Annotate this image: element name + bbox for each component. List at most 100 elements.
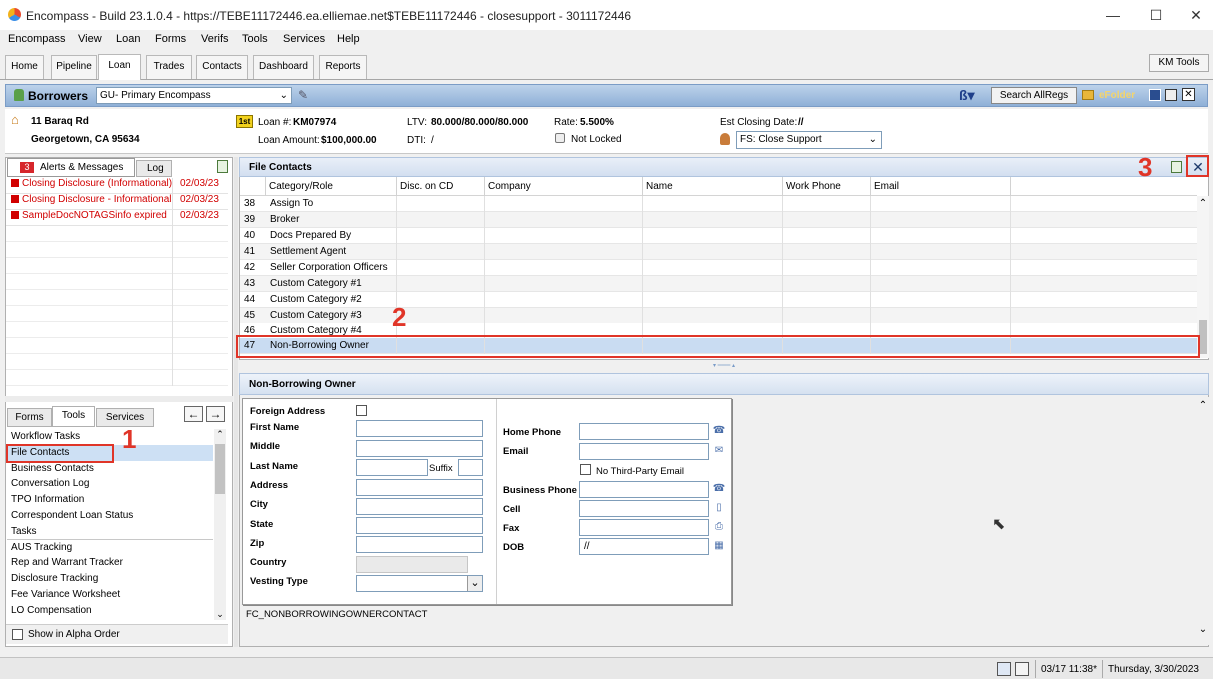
city-field[interactable]	[356, 498, 483, 515]
phone-icon[interactable]: ☎	[712, 483, 726, 495]
scroll-down-icon[interactable]: ⌄	[214, 609, 226, 620]
left-splitter[interactable]	[5, 396, 233, 402]
cell-field[interactable]	[579, 500, 709, 517]
email-icon[interactable]: ✉	[712, 445, 726, 457]
home-phone-field[interactable]	[579, 423, 709, 440]
suffix-field[interactable]	[458, 459, 483, 476]
foreign-address-checkbox[interactable]	[356, 405, 367, 416]
add-contact-icon[interactable]	[1171, 161, 1182, 173]
tools-scrollbar[interactable]: ⌃ ⌄	[214, 429, 226, 620]
menu-tools[interactable]: Tools	[242, 33, 268, 45]
table-row[interactable]: 43 Custom Category #1	[240, 276, 1197, 292]
alert-item[interactable]: Closing Disclosure (Informational) 02/03/…	[6, 178, 228, 194]
tool-fee-variance-worksheet[interactable]: Fee Variance Worksheet	[11, 589, 120, 600]
detail-scrollbar[interactable]: ⌃ ⌄	[1197, 397, 1209, 645]
tab-trades[interactable]: Trades	[146, 55, 192, 79]
table-row[interactable]: 44 Custom Category #2	[240, 292, 1197, 308]
tab-alerts-messages[interactable]: 3 Alerts & Messages	[7, 158, 135, 177]
vertical-splitter[interactable]	[234, 157, 238, 647]
tab-dashboard[interactable]: Dashboard	[253, 55, 314, 79]
menu-services[interactable]: Services	[283, 33, 325, 45]
scroll-up-icon[interactable]: ⌃	[1197, 198, 1209, 209]
arrow-right-icon[interactable]: →	[206, 406, 225, 422]
alert-item[interactable]: Closing Disclosure - Informational 02/03/…	[6, 194, 228, 210]
menu-loan[interactable]: Loan	[116, 33, 140, 45]
tab-log[interactable]: Log	[136, 160, 172, 177]
first-name-field[interactable]	[356, 420, 483, 437]
table-row[interactable]: 40 Docs Prepared By	[240, 228, 1197, 244]
tab-loan[interactable]: Loan	[98, 54, 141, 80]
menu-view[interactable]: View	[78, 33, 102, 45]
scroll-thumb[interactable]	[215, 444, 225, 494]
scroll-down-icon[interactable]: ⌄	[1197, 624, 1209, 635]
b-menu-icon[interactable]: ß▾	[959, 87, 975, 104]
email-field[interactable]	[579, 443, 709, 460]
fax-field[interactable]	[579, 519, 709, 536]
scroll-up-icon[interactable]: ⌃	[1197, 400, 1209, 411]
file-contacts-scrollbar[interactable]: ⌃	[1197, 196, 1209, 358]
tab-home[interactable]: Home	[5, 55, 44, 79]
horizontal-splitter[interactable]: ▾ ═══ ▴	[239, 362, 1209, 371]
middle-field[interactable]	[356, 440, 483, 457]
tool-aus-tracking[interactable]: AUS Tracking	[11, 542, 72, 553]
minimize-button[interactable]: —	[1093, 4, 1133, 26]
table-row[interactable]: 42 Seller Corporation Officers	[240, 260, 1197, 276]
last-name-field[interactable]	[356, 459, 428, 476]
mobile-phone-icon[interactable]: ▯	[712, 502, 726, 514]
tab-tools[interactable]: Tools	[52, 406, 95, 427]
efolder-button[interactable]: eFolder	[1099, 90, 1135, 101]
tab-forms[interactable]: Forms	[7, 408, 52, 427]
col-company[interactable]: Company	[485, 177, 643, 196]
tool-correspondent-loan-status[interactable]: Correspondent Loan Status	[11, 510, 133, 521]
dob-field[interactable]: //	[579, 538, 709, 555]
phone-icon[interactable]: ☎	[712, 425, 726, 437]
alert-item[interactable]: SampleDocNOTAGSinfo expired 02/03/23	[6, 210, 228, 226]
maximize-button[interactable]: ☐	[1136, 4, 1176, 26]
table-row[interactable]: 41 Settlement Agent	[240, 244, 1197, 260]
tool-rep-warrant-tracker[interactable]: Rep and Warrant Tracker	[11, 557, 123, 568]
menu-forms[interactable]: Forms	[155, 33, 186, 45]
tool-tasks[interactable]: Tasks	[11, 526, 37, 537]
col-disc-on-cd[interactable]: Disc. on CD	[397, 177, 485, 196]
tool-lo-compensation[interactable]: LO Compensation	[11, 605, 92, 616]
edit-icon[interactable]: ✎	[298, 88, 308, 102]
print-icon[interactable]	[1165, 89, 1177, 101]
fax-icon[interactable]: ⎙	[712, 521, 726, 533]
km-tools-button[interactable]: KM Tools	[1149, 54, 1209, 72]
file-starter-dropdown[interactable]: FS: Close Support ⌄	[736, 131, 882, 149]
tool-workflow-tasks[interactable]: Workflow Tasks	[11, 431, 80, 442]
tab-reports[interactable]: Reports	[319, 55, 367, 79]
close-window-button[interactable]: ✕	[1176, 4, 1213, 26]
calendar-icon[interactable]: ▦	[712, 540, 726, 552]
col-name[interactable]: Name	[643, 177, 783, 196]
arrow-left-icon[interactable]: ←	[184, 406, 203, 422]
tool-tpo-information[interactable]: TPO Information	[11, 494, 84, 505]
menu-encompass[interactable]: Encompass	[8, 33, 65, 45]
tool-disclosure-tracking[interactable]: Disclosure Tracking	[11, 573, 98, 584]
table-row[interactable]: 38 Assign To	[240, 196, 1197, 212]
save-icon[interactable]	[1149, 89, 1161, 101]
zip-field[interactable]	[356, 536, 483, 553]
borrower-pair-dropdown[interactable]: GU- Primary Encompass ⌄	[96, 87, 292, 104]
tab-pipeline[interactable]: Pipeline	[51, 55, 97, 79]
no-third-party-email-checkbox[interactable]	[580, 464, 591, 475]
menu-help[interactable]: Help	[337, 33, 360, 45]
close-loan-icon[interactable]: ✕	[1182, 88, 1195, 101]
scroll-thumb[interactable]	[1199, 320, 1207, 354]
table-row[interactable]: 39 Broker	[240, 212, 1197, 228]
vesting-type-dropdown[interactable]: ⌄	[356, 575, 483, 592]
col-work-phone[interactable]: Work Phone	[783, 177, 871, 196]
menu-verifs[interactable]: Verifs	[201, 33, 229, 45]
show-alpha-checkbox[interactable]	[12, 629, 23, 640]
col-email[interactable]: Email	[871, 177, 1011, 196]
business-phone-field[interactable]	[579, 481, 709, 498]
col-category-role[interactable]: Category/Role	[266, 177, 397, 196]
scroll-up-icon[interactable]: ⌃	[214, 429, 226, 440]
tool-conversation-log[interactable]: Conversation Log	[11, 478, 89, 489]
document-status-icon[interactable]	[1015, 662, 1029, 676]
calendar-status-icon[interactable]	[997, 662, 1011, 676]
export-icon[interactable]	[217, 160, 228, 173]
search-allregs-button[interactable]: Search AllRegs	[991, 87, 1077, 104]
state-field[interactable]	[356, 517, 483, 534]
tab-contacts[interactable]: Contacts	[196, 55, 248, 79]
